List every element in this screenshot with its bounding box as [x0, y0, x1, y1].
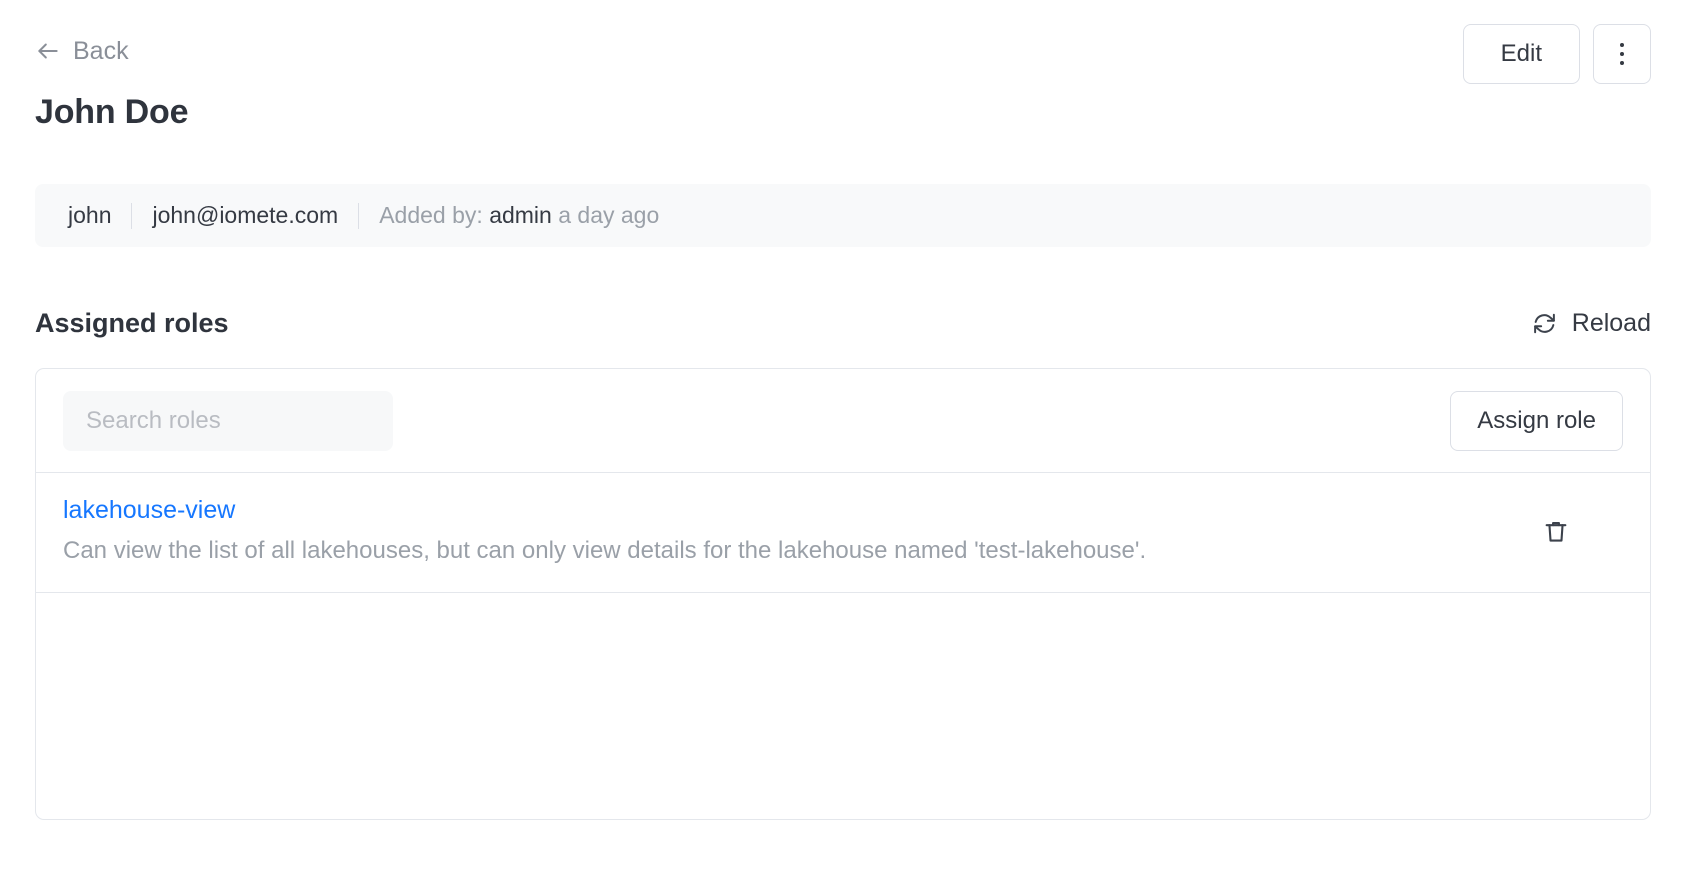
page-title: John Doe	[35, 93, 189, 131]
assigned-roles-header: Assigned roles Reload	[35, 304, 1651, 342]
meta-added-by: Added by: admin a day ago	[359, 202, 679, 229]
meta-username: john	[68, 202, 112, 229]
reload-button[interactable]: Reload	[1532, 308, 1651, 337]
assigned-roles-card: Assign role lakehouse-view Can view the …	[35, 368, 1651, 821]
meta-added-time: a day ago	[558, 202, 660, 229]
trash-icon	[1542, 517, 1570, 545]
user-detail-page: Back Edit John Doe john john@iomete.com …	[0, 0, 1686, 870]
user-meta-bar: john john@iomete.com Added by: admin a d…	[35, 184, 1651, 248]
meta-email: john@iomete.com	[152, 202, 339, 229]
search-roles-input[interactable]	[63, 390, 393, 451]
roles-toolbar: Assign role	[36, 369, 1650, 474]
top-bar-actions: Edit	[1462, 24, 1651, 84]
section-title: Assigned roles	[35, 307, 229, 338]
vertical-ellipsis-icon	[1620, 43, 1624, 65]
meta-added-by-user: admin	[489, 202, 552, 229]
back-label: Back	[73, 36, 129, 65]
refresh-icon	[1532, 311, 1557, 336]
roles-empty-area	[36, 593, 1650, 820]
top-bar: Back Edit	[35, 0, 1651, 92]
table-row: lakehouse-view Can view the list of all …	[36, 473, 1650, 593]
reload-label: Reload	[1571, 308, 1651, 337]
back-button[interactable]: Back	[35, 38, 129, 64]
meta-added-by-label: Added by:	[379, 202, 483, 229]
edit-button[interactable]: Edit	[1462, 24, 1580, 84]
more-options-button[interactable]	[1593, 24, 1651, 84]
arrow-left-icon	[35, 38, 61, 64]
role-name-link[interactable]: lakehouse-view	[63, 495, 235, 526]
delete-role-button[interactable]	[1542, 517, 1570, 545]
assign-role-button[interactable]: Assign role	[1450, 390, 1623, 451]
role-description: Can view the list of all lakehouses, but…	[63, 536, 1147, 564]
